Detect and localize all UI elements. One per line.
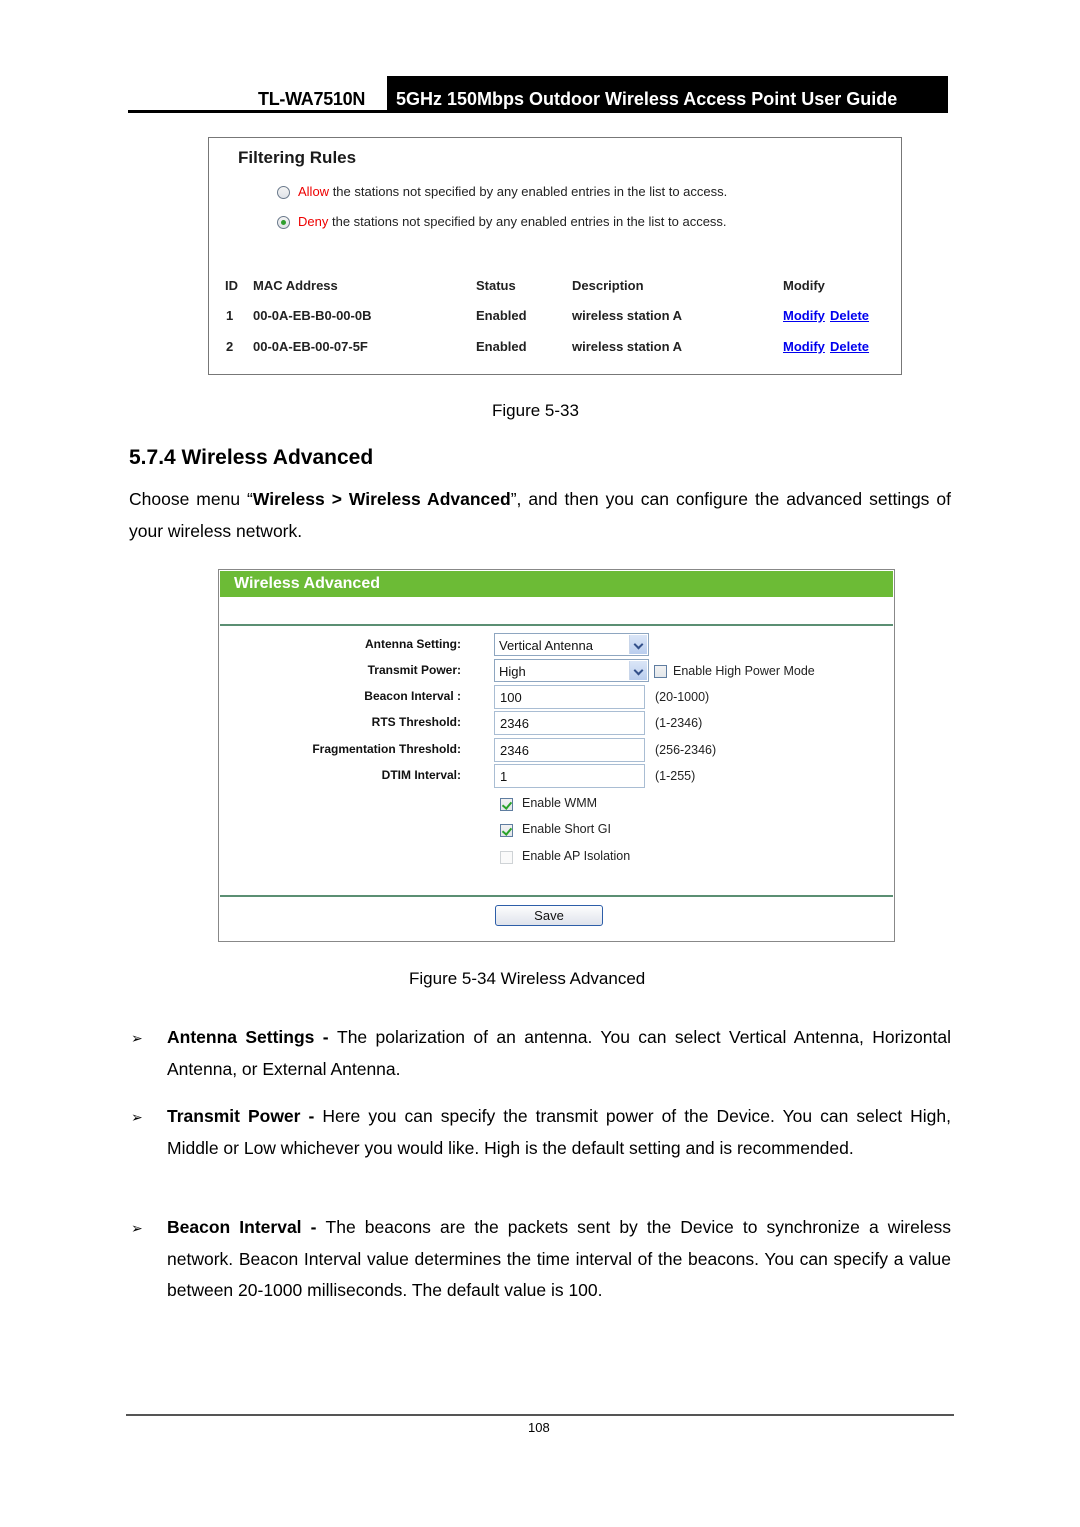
rts-threshold-label: RTS Threshold:: [371, 715, 461, 729]
enable-ap-isolation-label: Enable AP Isolation: [522, 849, 631, 863]
dtim-interval-range: (1-255): [655, 769, 696, 783]
bullet-term: Beacon Interval -: [167, 1217, 326, 1237]
transmit-power-select[interactable]: High: [494, 659, 649, 682]
header-title: 5GHz 150Mbps Outdoor Wireless Access Poi…: [387, 76, 948, 113]
bullet-term: Antenna Settings -: [167, 1027, 337, 1047]
fragmentation-threshold-input[interactable]: 2346: [494, 738, 645, 762]
bullet-beacon-interval: Beacon Interval - The beacons are the pa…: [167, 1212, 951, 1307]
col-header-description: Description: [572, 278, 644, 293]
row-id: 2: [226, 339, 234, 354]
dtim-interval-input[interactable]: 1: [494, 764, 645, 788]
chevron-down-icon: [629, 635, 647, 654]
transmit-power-value: High: [499, 664, 526, 679]
row-description: wireless station A: [572, 339, 683, 354]
row-description: wireless station A: [572, 308, 683, 323]
save-button[interactable]: Save: [495, 905, 603, 926]
delete-link[interactable]: Delete: [830, 339, 869, 354]
rts-threshold-range: (1-2346): [655, 716, 703, 730]
col-header-mac: MAC Address: [253, 278, 338, 293]
antenna-setting-select[interactable]: Vertical Antenna: [494, 633, 649, 656]
enable-wmm-label: Enable WMM: [522, 796, 598, 810]
figure-33-caption: Figure 5-33: [492, 401, 579, 420]
enable-wmm-checkbox[interactable]: [500, 798, 513, 811]
divider: [220, 895, 893, 897]
col-header-id: ID: [225, 278, 238, 293]
rts-threshold-input[interactable]: 2346: [494, 711, 645, 735]
allow-rule-text: Allow the stations not specified by any …: [298, 184, 727, 199]
panel-title: Wireless Advanced: [234, 575, 380, 592]
col-header-status: Status: [476, 278, 516, 293]
allow-keyword: Allow: [298, 184, 330, 199]
intro-text: Choose menu “: [129, 489, 253, 509]
dtim-interval-label: DTIM Interval:: [381, 768, 461, 782]
antenna-setting-label: Antenna Setting:: [365, 637, 461, 651]
divider: [220, 624, 893, 626]
delete-link[interactable]: Delete: [830, 308, 869, 323]
beacon-interval-range: (20-1000): [655, 690, 710, 704]
bullet-arrow-icon: ➢: [131, 1220, 143, 1236]
allow-radio[interactable]: [277, 186, 290, 199]
high-power-mode-label: Enable High Power Mode: [673, 664, 815, 678]
deny-rule-text: Deny the stations not specified by any e…: [298, 214, 727, 229]
filtering-rules-screenshot: Filtering Rules Allow the stations not s…: [208, 137, 902, 375]
modify-link[interactable]: Modify: [783, 339, 825, 354]
figure-34-caption: Figure 5-34 Wireless Advanced: [409, 969, 646, 988]
enable-ap-isolation-checkbox[interactable]: [500, 851, 513, 864]
transmit-power-label: Transmit Power:: [367, 663, 461, 677]
page-number: 108: [528, 1420, 550, 1435]
modify-link[interactable]: Modify: [783, 308, 825, 323]
fragmentation-threshold-label: Fragmentation Threshold:: [312, 742, 461, 756]
chevron-down-icon: [629, 661, 647, 680]
row-id: 1: [226, 308, 234, 323]
enable-short-gi-label: Enable Short GI: [522, 822, 611, 836]
wireless-advanced-screenshot: Wireless Advanced Antenna Setting: Verti…: [218, 569, 895, 942]
header-rule: [128, 110, 388, 113]
deny-keyword: Deny: [298, 214, 329, 229]
deny-description: the stations not specified by any enable…: [328, 214, 727, 229]
antenna-setting-value: Vertical Antenna: [499, 638, 593, 653]
enable-short-gi-checkbox[interactable]: [500, 824, 513, 837]
row-mac: 00-0A-EB-00-07-5F: [253, 339, 368, 354]
deny-radio[interactable]: [277, 216, 290, 229]
col-header-modify: Modify: [783, 278, 825, 293]
allow-description: the stations not specified by any enable…: [329, 184, 728, 199]
beacon-interval-label: Beacon Interval :: [364, 689, 461, 703]
header-model: TL-WA7510N: [258, 89, 366, 109]
bullet-arrow-icon: ➢: [131, 1030, 143, 1046]
bullet-arrow-icon: ➢: [131, 1109, 143, 1125]
bullet-antenna-settings: Antenna Settings - The polarization of a…: [167, 1022, 951, 1085]
beacon-interval-input[interactable]: 100: [494, 685, 645, 709]
bullet-term: Transmit Power -: [167, 1106, 323, 1126]
filtering-rules-title: Filtering Rules: [238, 148, 357, 167]
row-status: Enabled: [476, 308, 527, 323]
fragmentation-threshold-range: (256-2346): [655, 743, 717, 757]
row-mac: 00-0A-EB-B0-00-0B: [253, 308, 372, 323]
high-power-mode-checkbox[interactable]: [654, 665, 667, 678]
panel-header: Wireless Advanced: [220, 571, 893, 597]
footer-rule: [126, 1414, 954, 1416]
section-title: 5.7.4 Wireless Advanced: [129, 446, 374, 469]
bullet-transmit-power: Transmit Power - Here you can specify th…: [167, 1101, 951, 1164]
section-intro: Choose menu “Wireless > Wireless Advance…: [129, 484, 951, 547]
menu-path: Wireless > Wireless Advanced: [252, 489, 511, 509]
row-status: Enabled: [476, 339, 527, 354]
